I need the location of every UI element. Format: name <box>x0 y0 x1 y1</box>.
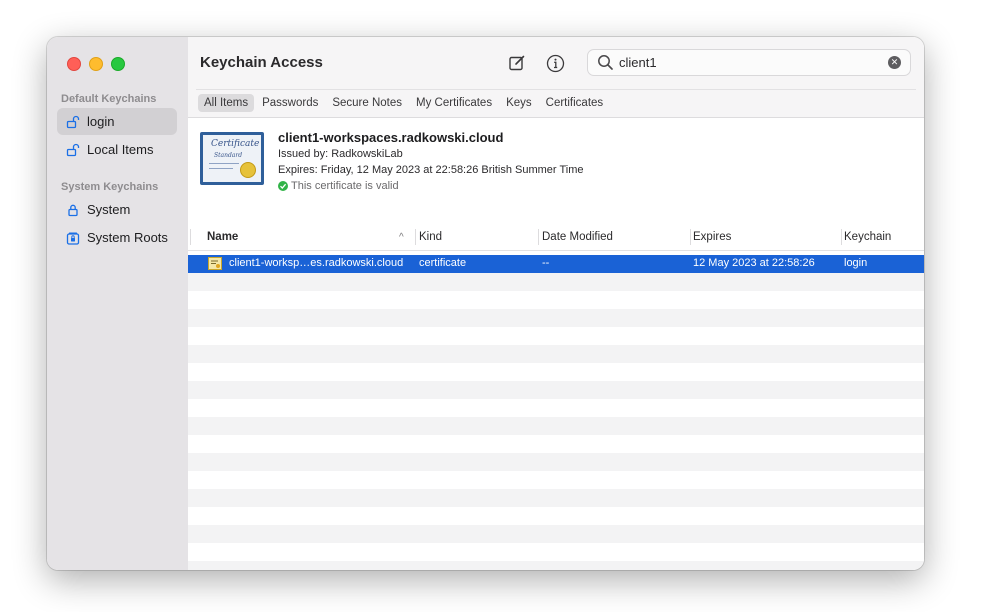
column-header-name[interactable]: Name <box>207 231 238 243</box>
tab-passwords[interactable]: Passwords <box>256 94 324 112</box>
column-separator[interactable] <box>841 229 842 245</box>
empty-row <box>188 291 924 309</box>
checkmark-icon <box>278 181 288 191</box>
column-separator[interactable] <box>690 229 691 245</box>
items-table: Name ^ Kind Date Modified Expires Keycha… <box>188 223 924 570</box>
unlocked-padlock-icon <box>65 142 81 158</box>
toolbar: Keychain Access client1 ✕ <box>188 37 924 89</box>
empty-row <box>188 327 924 345</box>
cell-keychain: login <box>844 257 868 269</box>
info-icon[interactable] <box>544 52 566 74</box>
empty-row <box>188 525 924 543</box>
keychain-window: Default Keychains login Local Items Syst… <box>47 37 924 570</box>
certificate-image: Certificate Standard <box>200 132 264 185</box>
empty-row <box>188 543 924 561</box>
tab-keys[interactable]: Keys <box>500 94 538 112</box>
empty-row <box>188 399 924 417</box>
category-tabbar: All Items Passwords Secure Notes My Cert… <box>188 89 924 118</box>
certificate-icon <box>208 257 222 270</box>
sidebar-item-system-roots[interactable]: System Roots <box>57 224 177 251</box>
table-row[interactable]: client1-worksp…es.radkowski.cloud certif… <box>188 255 924 273</box>
locked-padlock-icon <box>65 202 81 218</box>
column-separator <box>190 229 191 245</box>
sidebar: Default Keychains login Local Items Syst… <box>47 37 189 570</box>
certificate-image-line <box>209 168 233 169</box>
category-tabs: All Items Passwords Secure Notes My Cert… <box>198 94 609 112</box>
certificate-status-text: This certificate is valid <box>291 180 399 192</box>
main-pane: Keychain Access client1 ✕ All Items Pass… <box>188 37 924 570</box>
sidebar-item-label: System Roots <box>87 230 168 245</box>
empty-row <box>188 471 924 489</box>
sidebar-item-system[interactable]: System <box>57 196 177 223</box>
certificate-issuer: Issued by: RadkowskiLab <box>278 148 403 160</box>
search-input[interactable]: client1 <box>619 55 888 70</box>
sidebar-item-label: login <box>87 114 115 129</box>
clear-icon[interactable]: ✕ <box>888 56 901 69</box>
compose-icon[interactable] <box>506 52 528 74</box>
table-header: Name ^ Kind Date Modified Expires Keycha… <box>188 223 924 251</box>
column-separator[interactable] <box>538 229 539 245</box>
certificate-image-line <box>209 163 239 164</box>
sort-ascending-icon[interactable]: ^ <box>399 232 404 243</box>
empty-row <box>188 309 924 327</box>
certificate-name: client1-workspaces.radkowski.cloud <box>278 130 504 145</box>
table-body: client1-worksp…es.radkowski.cloud certif… <box>188 255 924 570</box>
sidebar-item-label: Local Items <box>87 142 154 157</box>
tab-secure-notes[interactable]: Secure Notes <box>326 94 408 112</box>
empty-row <box>188 363 924 381</box>
cell-expires: 12 May 2023 at 22:58:26 <box>693 257 815 269</box>
search-field[interactable]: client1 ✕ <box>587 49 911 76</box>
empty-row <box>188 561 924 570</box>
tab-all-items[interactable]: All Items <box>198 94 255 112</box>
empty-row <box>188 345 924 363</box>
empty-row <box>188 507 924 525</box>
tab-certificates[interactable]: Certificates <box>540 94 610 112</box>
magnifier-icon <box>597 54 615 72</box>
sidebar-section-default: Default Keychains <box>61 93 157 105</box>
toolbar-divider <box>196 89 916 90</box>
cell-date-modified: -- <box>542 257 550 269</box>
column-header-expires[interactable]: Expires <box>693 231 731 243</box>
cell-kind: certificate <box>419 257 467 269</box>
certificate-detail: Certificate Standard client1-workspaces.… <box>188 118 924 218</box>
certificate-status: This certificate is valid <box>278 180 399 192</box>
column-header-kind[interactable]: Kind <box>419 231 442 243</box>
tab-my-certificates[interactable]: My Certificates <box>410 94 498 112</box>
window-title: Keychain Access <box>200 54 323 71</box>
column-header-keychain[interactable]: Keychain <box>844 231 891 243</box>
window-controls <box>67 57 125 71</box>
certificate-image-subtitle: Standard <box>214 152 243 159</box>
empty-row <box>188 417 924 435</box>
sidebar-item-local-items[interactable]: Local Items <box>57 136 177 163</box>
zoom-window-button[interactable] <box>111 57 125 71</box>
empty-row <box>188 453 924 471</box>
minimize-window-button[interactable] <box>89 57 103 71</box>
unlocked-padlock-icon <box>65 114 81 130</box>
empty-row <box>188 435 924 453</box>
empty-row <box>188 381 924 399</box>
sidebar-item-login[interactable]: login <box>57 108 177 135</box>
locked-cabinet-icon <box>65 230 81 246</box>
empty-row <box>188 273 924 291</box>
certificate-expiry: Expires: Friday, 12 May 2023 at 22:58:26… <box>278 164 584 176</box>
close-window-button[interactable] <box>67 57 81 71</box>
certificate-image-title: Certificate <box>211 139 260 149</box>
sidebar-section-system: System Keychains <box>61 181 159 193</box>
cell-name: client1-worksp…es.radkowski.cloud <box>229 257 404 269</box>
seal-icon <box>240 162 256 178</box>
empty-row <box>188 489 924 507</box>
sidebar-item-label: System <box>87 202 131 217</box>
column-header-date-modified[interactable]: Date Modified <box>542 231 613 243</box>
column-separator[interactable] <box>415 229 416 245</box>
